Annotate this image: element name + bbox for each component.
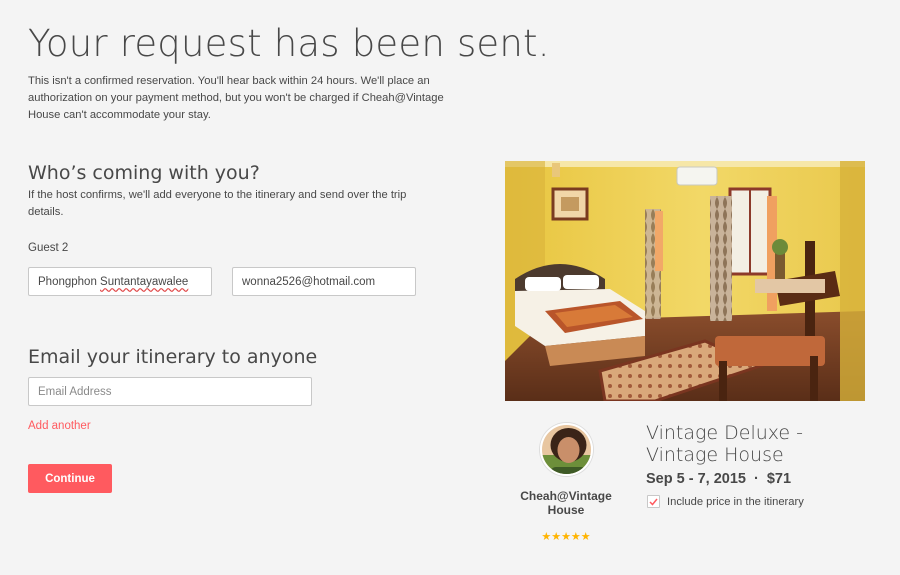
guests-section-title: Who’s coming with you? xyxy=(28,162,260,184)
guest-email-value: wonna2526@hotmail.com xyxy=(242,275,376,288)
intro-text: This isn't a confirmed reservation. You'… xyxy=(28,75,444,121)
include-price-option[interactable]: Include price in the itinerary xyxy=(647,495,804,508)
itinerary-email-input[interactable]: Email Address xyxy=(28,377,312,406)
listing-photo-image xyxy=(505,161,865,401)
host-avatar[interactable] xyxy=(540,423,593,476)
page-title: Your request has been sent. xyxy=(28,22,550,65)
continue-button[interactable]: Continue xyxy=(28,464,112,493)
checkmark-icon xyxy=(649,498,658,506)
guest-label: Guest 2 xyxy=(28,242,69,254)
guest-name-input[interactable]: Phongphon Suntantayawalee xyxy=(28,267,212,296)
trip-summary: Sep 5 - 7, 2015 · $71 xyxy=(646,471,791,487)
include-price-checkbox[interactable] xyxy=(647,495,660,508)
add-another-link[interactable]: Add another xyxy=(28,420,91,432)
guest-first-name: Phongphon xyxy=(38,275,97,288)
include-price-label: Include price in the itinerary xyxy=(667,495,804,508)
rating-stars: ★★★★★ xyxy=(541,531,591,543)
listing-photo xyxy=(505,161,865,401)
itinerary-email-placeholder: Email Address xyxy=(38,385,112,398)
host-name[interactable]: Cheah@Vintage House xyxy=(512,489,620,517)
guest-last-name: Suntantayawalee xyxy=(100,275,189,288)
trip-separator: · xyxy=(753,471,759,487)
itinerary-section-title: Email your itinerary to anyone xyxy=(28,346,318,368)
trip-price: $71 xyxy=(766,471,792,487)
guests-description: If the host confirms, we'll add everyone… xyxy=(28,189,407,218)
host-avatar-image xyxy=(542,425,591,474)
trip-dates: Sep 5 - 7, 2015 xyxy=(646,471,746,487)
listing-title[interactable]: Vintage Deluxe - Vintage House xyxy=(646,422,846,466)
guest-email-input[interactable]: wonna2526@hotmail.com xyxy=(232,267,416,296)
